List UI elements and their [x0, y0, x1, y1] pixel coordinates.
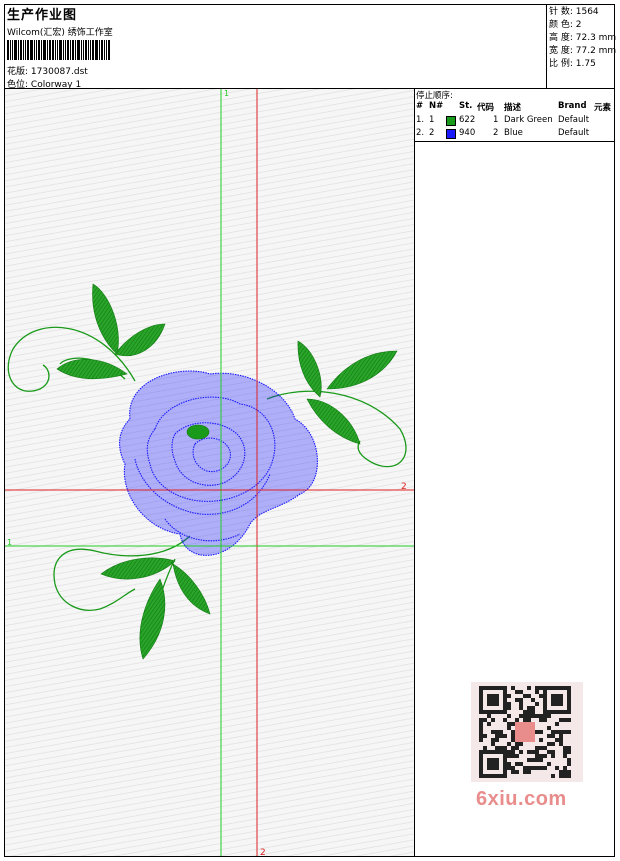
row-1-index: 1. — [416, 115, 425, 125]
guide-label-red-right: 2 — [401, 482, 407, 492]
design-file-line: 花版: 1730087.dst — [7, 64, 88, 77]
design-width: 宽 度: 77.2 mm — [549, 46, 617, 56]
row-1-desc: Dark Green — [504, 115, 553, 125]
qr-code — [471, 682, 583, 782]
barcode — [7, 40, 142, 60]
stop-sequence-title: 停止顺序: — [416, 91, 453, 101]
row-2-code: 2 — [493, 128, 499, 138]
design-height: 高 度: 72.3 mm — [549, 33, 617, 43]
row-2-color-swatch — [446, 129, 456, 139]
row-2-st: 940 — [459, 128, 476, 138]
col-header-brand: Brand — [558, 101, 587, 111]
stitch-count: 针 数: 1564 — [549, 7, 599, 17]
company-name: Wilcom(汇宏) 绣饰工作室 — [7, 28, 113, 38]
design-label: 花版: — [7, 67, 29, 77]
stats-panel: 针 数: 1564 颜 色: 2 高 度: 72.3 mm 宽 度: 77.2 … — [549, 6, 616, 71]
col-header-code: 代码 — [477, 103, 495, 113]
col-header-element: 元素 — [594, 103, 612, 113]
guide-label-red-bottom: 2 — [260, 848, 266, 856]
page-title: 生产作业图 — [7, 8, 78, 23]
watermark-text: 6xiu.com — [476, 788, 567, 810]
header-divider — [546, 4, 547, 88]
rose-petal-fill — [119, 371, 318, 556]
row-1-st: 622 — [459, 115, 476, 125]
design-file: 1730087.dst — [30, 67, 88, 77]
row-2-n: 2 — [429, 128, 435, 138]
guide-label-green-top: 1 — [224, 89, 229, 98]
guide-label-green-left: 1 — [7, 538, 12, 547]
col-header-desc: 描述 — [504, 103, 522, 113]
header-panel: 生产作业图 Wilcom(汇宏) 绣饰工作室 花版: 1730087.dst 色… — [4, 4, 546, 90]
row-2-brand: Default — [558, 128, 590, 138]
rose-center — [186, 424, 210, 440]
row-2-desc: Blue — [504, 128, 523, 138]
design-canvas: 1 1 2 2 — [5, 89, 414, 856]
col-header-index: # — [416, 101, 424, 111]
row-1-brand: Default — [558, 115, 590, 125]
color-count: 颜 色: 2 — [549, 20, 582, 30]
row-1-n: 1 — [429, 115, 435, 125]
row-2-index: 2. — [416, 128, 425, 138]
col-header-st: St. — [459, 101, 473, 111]
row-1-code: 1 — [493, 115, 499, 125]
stop-table-divider — [415, 141, 615, 142]
qr-code-graphic — [479, 686, 571, 778]
col-header-n: N# — [429, 101, 444, 111]
design-scale: 比 例: 1.75 — [549, 59, 596, 69]
embroidery-preview: 1 1 2 2 — [5, 89, 414, 856]
canvas-divider — [414, 89, 415, 857]
row-1-color-swatch — [446, 116, 456, 126]
